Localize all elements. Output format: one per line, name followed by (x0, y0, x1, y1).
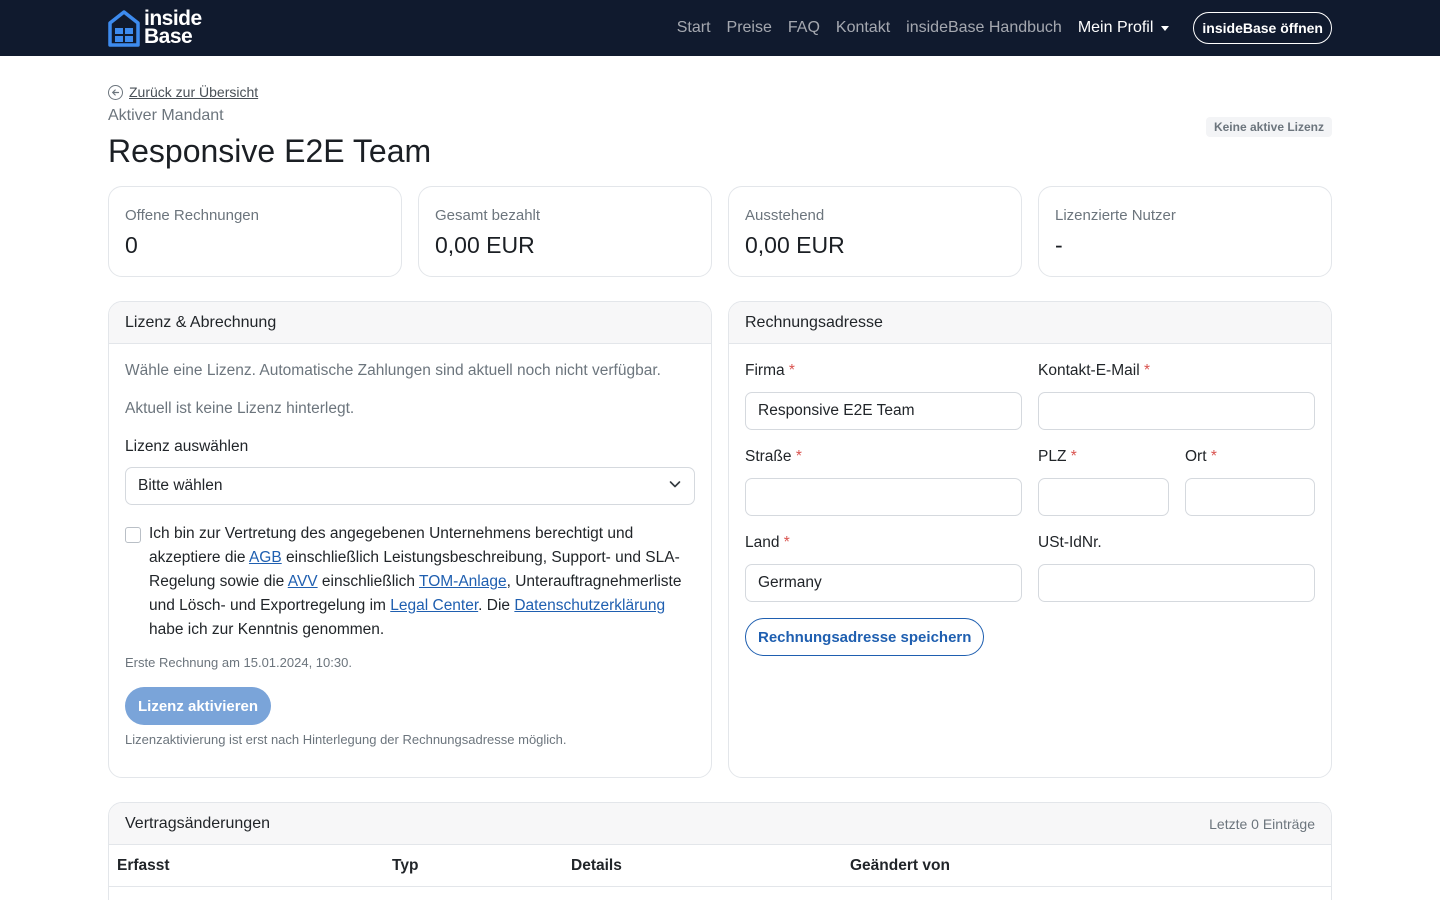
consent-text: Ich bin zur Vertretung des angegebenen U… (149, 522, 695, 642)
first-invoice-text: Erste Rechnung am 15.01.2024, 10:30. (125, 655, 352, 670)
navbar: inside Base Start Preise FAQ Kontakt ins… (0, 0, 1440, 56)
license-intro-text: Wähle eine Lizenz. Automatische Zahlunge… (125, 362, 661, 379)
back-link[interactable]: Zurück zur Übersicht (108, 84, 258, 100)
stat-value: 0 (125, 232, 138, 258)
stat-label: Offene Rechnungen (125, 207, 259, 224)
consent-text-part: . Die (478, 597, 515, 614)
license-card-title: Lizenz & Abrechnung (125, 313, 277, 331)
nav-link-handbuch[interactable]: insideBase Handbuch (906, 19, 1062, 37)
nav-link-preise[interactable]: Preise (727, 19, 772, 37)
contract-changes-card: Vertragsänderungen Letzte 0 Einträge Erf… (108, 802, 1332, 900)
open-insidebase-button[interactable]: insideBase öffnen (1193, 12, 1332, 44)
city-input[interactable] (1185, 478, 1315, 516)
nav-link-start[interactable]: Start (677, 19, 711, 37)
nav-link-kontakt[interactable]: Kontakt (836, 19, 890, 37)
vat-input[interactable] (1038, 564, 1315, 602)
save-address-button[interactable]: Rechnungsadresse speichern (745, 618, 985, 656)
company-label: Firma * (745, 362, 795, 379)
profile-label: Mein Profil (1077, 19, 1154, 36)
profile-dropdown[interactable]: Mein Profil (1078, 19, 1170, 37)
page-title: Responsive E2E Team (108, 133, 432, 169)
consent-checkbox[interactable] (125, 527, 141, 543)
city-label: Ort * (1185, 448, 1217, 465)
license-select[interactable]: Bitte wählen (125, 467, 695, 505)
column-header-geaendert-von: Geändert von (850, 857, 950, 874)
zip-label: PLZ * (1038, 448, 1077, 465)
activation-hint: Lizenzaktivierung ist erst nach Hinterle… (125, 732, 567, 747)
email-label: Kontakt-E-Mail * (1038, 362, 1151, 379)
street-label: Straße * (745, 448, 802, 465)
license-select-label: Lizenz auswählen (125, 438, 249, 455)
billing-address-title: Rechnungsadresse (745, 313, 883, 331)
brand-logo[interactable]: inside Base (108, 8, 202, 48)
house-logo-icon (108, 9, 140, 47)
caret-down-icon (1161, 25, 1170, 31)
consent-text-part: einschließlich (317, 573, 419, 590)
license-status-badge: Keine aktive Lizenz (1205, 117, 1332, 137)
consent-text-part: habe ich zur Kenntnis genommen. (149, 621, 385, 638)
avv-link[interactable]: AVV (288, 573, 318, 590)
vat-label: USt-IdNr. (1038, 534, 1102, 551)
contract-changes-header: Vertragsänderungen Letzte 0 Einträge (109, 803, 1331, 845)
street-input[interactable] (745, 478, 1022, 516)
legal-center-link[interactable]: Legal Center (390, 597, 478, 614)
email-input[interactable] (1038, 392, 1315, 430)
country-input[interactable]: Germany (745, 564, 1022, 602)
column-header-erfasst: Erfasst (117, 857, 170, 874)
chevron-down-icon (668, 477, 682, 496)
company-input[interactable]: Responsive E2E Team (745, 392, 1022, 430)
license-select-value: Bitte wählen (138, 477, 223, 494)
entries-count: Letzte 0 Einträge (1209, 815, 1315, 832)
stat-card-outstanding: Ausstehend 0,00 EUR (728, 186, 1022, 277)
page-subtitle: Aktiver Mandant (108, 107, 224, 124)
contract-changes-table-header: Erfasst Typ Details Geändert von (109, 845, 1331, 887)
arrow-left-circle-icon (108, 84, 123, 100)
back-link-label[interactable]: Zurück zur Übersicht (129, 84, 258, 100)
column-header-typ: Typ (392, 857, 419, 874)
nav-links: Start Preise FAQ Kontakt insideBase Hand… (661, 0, 1332, 56)
stat-label: Lizenzierte Nutzer (1055, 207, 1176, 224)
stat-value: 0,00 EUR (745, 232, 845, 258)
contract-changes-title: Vertragsänderungen (125, 814, 270, 832)
license-card: Lizenz & Abrechnung Wähle eine Lizenz. A… (108, 301, 712, 778)
column-header-details: Details (571, 857, 622, 874)
stat-value: - (1055, 232, 1063, 258)
stat-label: Gesamt bezahlt (435, 207, 541, 224)
stat-card-total-paid: Gesamt bezahlt 0,00 EUR (418, 186, 712, 277)
stat-value: 0,00 EUR (435, 232, 535, 258)
billing-address-card: Rechnungsadresse Firma * Responsive E2E … (728, 301, 1332, 778)
stat-card-licensed-users: Lizenzierte Nutzer - (1038, 186, 1332, 277)
brand-name: inside Base (144, 8, 202, 48)
zip-input[interactable] (1038, 478, 1169, 516)
country-label: Land * (745, 534, 790, 551)
license-current-text: Aktuell ist keine Lizenz hinterlegt. (125, 400, 355, 417)
consent-row: Ich bin zur Vertretung des angegebenen U… (125, 522, 695, 642)
brand-line-2: Base (144, 25, 193, 48)
activate-license-button[interactable]: Lizenz aktivieren (125, 687, 272, 725)
privacy-link[interactable]: Datenschutzerklärung (514, 597, 665, 614)
nav-link-faq[interactable]: FAQ (788, 19, 820, 37)
license-card-header: Lizenz & Abrechnung (109, 302, 711, 344)
stat-label: Ausstehend (745, 207, 825, 224)
billing-address-header: Rechnungsadresse (729, 302, 1331, 344)
license-card-body: Wähle eine Lizenz. Automatische Zahlunge… (109, 344, 711, 747)
agb-link[interactable]: AGB (249, 549, 282, 566)
stat-card-open-invoices: Offene Rechnungen 0 (108, 186, 402, 277)
tom-link[interactable]: TOM-Anlage (419, 573, 507, 590)
